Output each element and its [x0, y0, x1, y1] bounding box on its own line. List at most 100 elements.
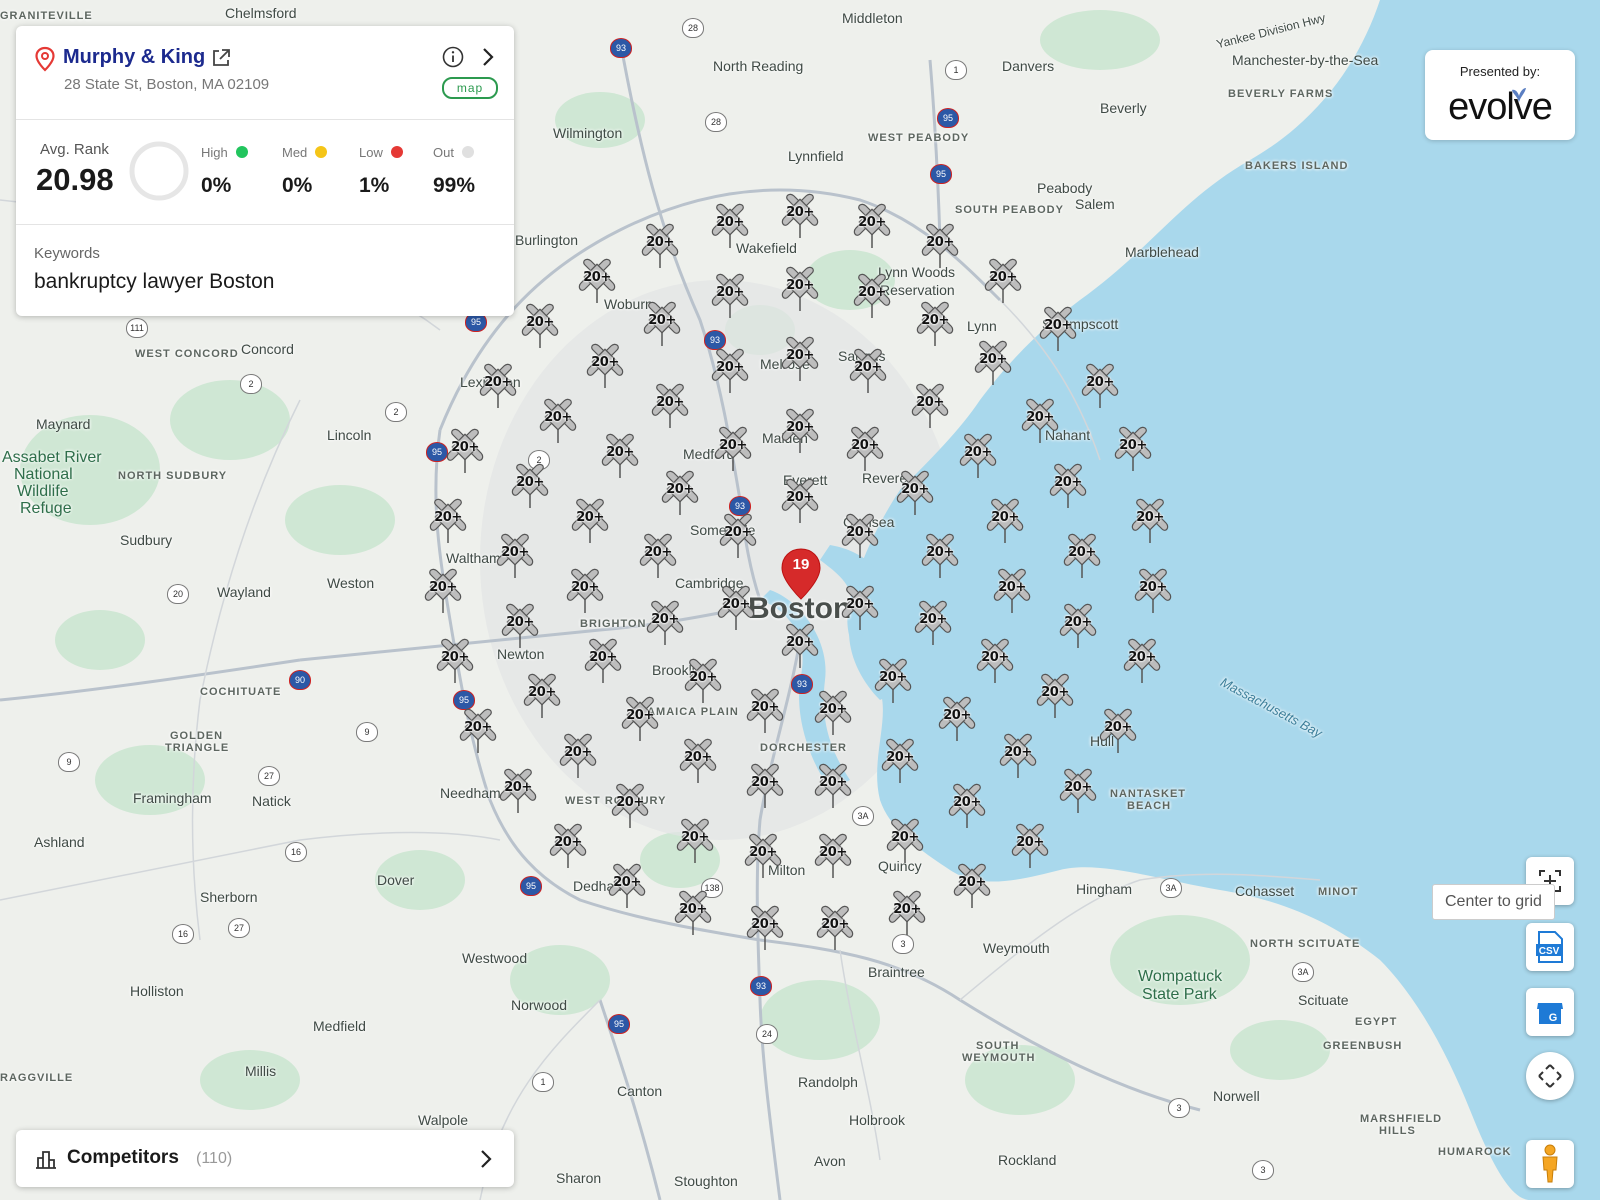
competitors-bar[interactable]: Competitors (110): [16, 1130, 514, 1187]
grid-rank-pin[interactable]: 20+: [983, 495, 1027, 545]
grid-rank-pin[interactable]: 20+: [648, 380, 692, 430]
grid-rank-pin[interactable]: 20+: [618, 693, 662, 743]
grid-rank-pin[interactable]: 20+: [743, 902, 787, 952]
grid-rank-pin[interactable]: 20+: [608, 780, 652, 830]
grid-rank-pin[interactable]: 20+: [568, 495, 612, 545]
grid-rank-pin[interactable]: 20+: [743, 685, 787, 735]
grid-rank-pin[interactable]: 20+: [536, 395, 580, 445]
grid-rank-pin[interactable]: 20+: [498, 600, 542, 650]
grid-rank-pin[interactable]: 20+: [838, 582, 882, 632]
grid-rank-pin[interactable]: 20+: [885, 887, 929, 937]
grid-rank-pin[interactable]: 20+: [1060, 530, 1104, 580]
grid-rank-pin[interactable]: 20+: [843, 423, 887, 473]
grid-rank-pin[interactable]: 20+: [638, 220, 682, 270]
grid-rank-pin[interactable]: 20+: [956, 430, 1000, 480]
business-rank-marker[interactable]: 19: [780, 548, 822, 600]
grid-rank-pin[interactable]: 20+: [508, 460, 552, 510]
grid-rank-pin[interactable]: 20+: [1033, 670, 1077, 720]
grid-rank-pin[interactable]: 20+: [1128, 495, 1172, 545]
street-view-button[interactable]: [1526, 1140, 1574, 1188]
grid-rank-pin[interactable]: 20+: [708, 200, 752, 250]
grid-rank-pin[interactable]: 20+: [676, 735, 720, 785]
grid-rank-pin[interactable]: 20+: [556, 730, 600, 780]
grid-rank-pin[interactable]: 20+: [918, 220, 962, 270]
grid-rank-pin[interactable]: 20+: [981, 255, 1025, 305]
grid-rank-pin[interactable]: 20+: [456, 705, 500, 755]
chevron-right-icon[interactable]: [476, 1148, 496, 1170]
grid-rank-pin[interactable]: 20+: [973, 635, 1017, 685]
grid-rank-pin[interactable]: 20+: [714, 582, 758, 632]
grid-rank-pin[interactable]: 20+: [743, 760, 787, 810]
grid-rank-pin[interactable]: 20+: [583, 340, 627, 390]
grid-rank-pin[interactable]: 20+: [918, 530, 962, 580]
grid-rank-pin[interactable]: 20+: [1111, 423, 1155, 473]
map-badge[interactable]: map: [442, 77, 498, 99]
grid-rank-pin[interactable]: 20+: [658, 467, 702, 517]
grid-rank-pin[interactable]: 20+: [581, 635, 625, 685]
grid-rank-pin[interactable]: 20+: [1096, 705, 1140, 755]
grid-rank-pin[interactable]: 20+: [520, 670, 564, 720]
grid-rank-pin[interactable]: 20+: [850, 270, 894, 320]
grid-rank-pin[interactable]: 20+: [1078, 360, 1122, 410]
grid-rank-pin[interactable]: 20+: [850, 200, 894, 250]
grid-rank-pin[interactable]: 20+: [575, 255, 619, 305]
grid-rank-pin[interactable]: 20+: [741, 830, 785, 880]
grid-rank-pin[interactable]: 20+: [883, 815, 927, 865]
grid-rank-pin[interactable]: 20+: [673, 815, 717, 865]
google-business-button[interactable]: G: [1526, 988, 1574, 1036]
grid-rank-pin[interactable]: 20+: [971, 337, 1015, 387]
grid-rank-pin[interactable]: 20+: [671, 887, 715, 937]
grid-rank-pin[interactable]: 20+: [640, 298, 684, 348]
fullscreen-button[interactable]: [1526, 1052, 1574, 1100]
grid-rank-pin[interactable]: 20+: [1056, 600, 1100, 650]
grid-rank-pin[interactable]: 20+: [778, 263, 822, 313]
grid-rank-pin[interactable]: 20+: [811, 760, 855, 810]
grid-rank-pin[interactable]: 20+: [546, 820, 590, 870]
grid-rank-pin[interactable]: 20+: [421, 565, 465, 615]
grid-rank-pin[interactable]: 20+: [1056, 765, 1100, 815]
grid-rank-pin[interactable]: 20+: [1008, 820, 1052, 870]
grid-rank-pin[interactable]: 20+: [681, 655, 725, 705]
grid-rank-pin[interactable]: 20+: [893, 467, 937, 517]
grid-rank-pin[interactable]: 20+: [443, 425, 487, 475]
grid-rank-pin[interactable]: 20+: [433, 635, 477, 685]
grid-rank-pin[interactable]: 20+: [643, 597, 687, 647]
grid-rank-pin[interactable]: 20+: [778, 620, 822, 670]
grid-rank-pin[interactable]: 20+: [598, 430, 642, 480]
grid-rank-pin[interactable]: 20+: [518, 300, 562, 350]
grid-rank-pin[interactable]: 20+: [778, 475, 822, 525]
grid-rank-pin[interactable]: 20+: [908, 380, 952, 430]
grid-rank-pin[interactable]: 20+: [996, 730, 1040, 780]
grid-rank-pin[interactable]: 20+: [708, 270, 752, 320]
grid-rank-pin[interactable]: 20+: [990, 565, 1034, 615]
business-name[interactable]: Murphy & King: [63, 46, 205, 69]
grid-rank-pin[interactable]: 20+: [493, 530, 537, 580]
grid-rank-pin[interactable]: 20+: [878, 735, 922, 785]
grid-rank-pin[interactable]: 20+: [935, 693, 979, 743]
grid-rank-pin[interactable]: 20+: [1018, 395, 1062, 445]
grid-rank-pin[interactable]: 20+: [1131, 565, 1175, 615]
grid-rank-pin[interactable]: 20+: [426, 495, 470, 545]
external-link-icon[interactable]: [210, 47, 232, 69]
grid-rank-pin[interactable]: 20+: [778, 405, 822, 455]
grid-rank-pin[interactable]: 20+: [950, 860, 994, 910]
grid-rank-pin[interactable]: 20+: [496, 765, 540, 815]
grid-rank-pin[interactable]: 20+: [913, 298, 957, 348]
grid-rank-pin[interactable]: 20+: [711, 423, 755, 473]
grid-rank-pin[interactable]: 20+: [813, 902, 857, 952]
csv-export-button[interactable]: CSV: [1526, 923, 1574, 971]
grid-rank-pin[interactable]: 20+: [605, 860, 649, 910]
grid-rank-pin[interactable]: 20+: [1036, 303, 1080, 353]
grid-rank-pin[interactable]: 20+: [945, 780, 989, 830]
grid-rank-pin[interactable]: 20+: [636, 530, 680, 580]
grid-rank-pin[interactable]: 20+: [778, 190, 822, 240]
grid-rank-pin[interactable]: 20+: [838, 510, 882, 560]
chevron-right-icon[interactable]: [478, 46, 498, 68]
grid-rank-pin[interactable]: 20+: [1120, 635, 1164, 685]
info-icon[interactable]: [441, 45, 465, 69]
grid-rank-pin[interactable]: 20+: [811, 830, 855, 880]
grid-rank-pin[interactable]: 20+: [846, 345, 890, 395]
grid-rank-pin[interactable]: 20+: [911, 597, 955, 647]
grid-rank-pin[interactable]: 20+: [716, 510, 760, 560]
grid-rank-pin[interactable]: 20+: [871, 655, 915, 705]
